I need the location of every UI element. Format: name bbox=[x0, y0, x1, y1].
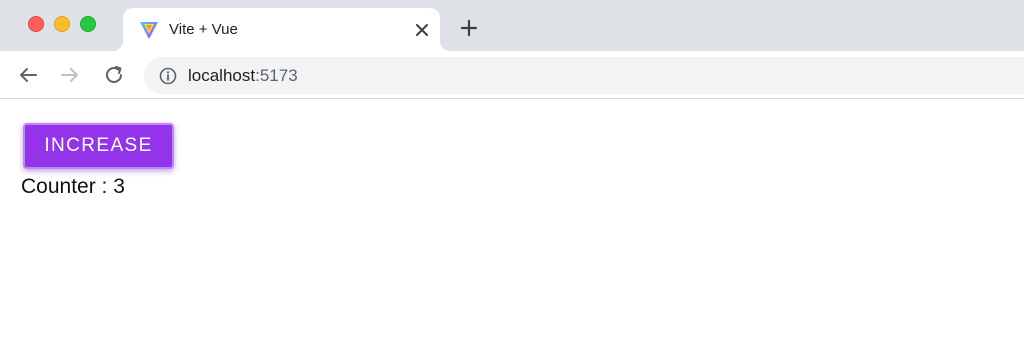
counter-value: 3 bbox=[113, 175, 125, 198]
tab-strip: Vite + Vue bbox=[0, 0, 1024, 51]
close-icon[interactable] bbox=[411, 19, 433, 41]
vite-logo-icon bbox=[140, 22, 158, 39]
browser-toolbar: localhost:5173 bbox=[0, 51, 1024, 99]
counter-text: Counter : 3 bbox=[21, 174, 125, 200]
tab-title: Vite + Vue bbox=[169, 21, 238, 38]
counter-label: Counter : bbox=[21, 175, 114, 198]
reload-icon[interactable] bbox=[102, 63, 126, 87]
window-maximize-button[interactable] bbox=[80, 16, 96, 32]
window-minimize-button[interactable] bbox=[54, 16, 70, 32]
url-port: :5173 bbox=[255, 66, 298, 85]
back-arrow-icon[interactable] bbox=[16, 63, 40, 87]
address-bar[interactable]: localhost:5173 bbox=[144, 57, 1024, 94]
window-close-button[interactable] bbox=[28, 16, 44, 32]
plus-icon[interactable] bbox=[458, 17, 480, 39]
tab-active[interactable]: Vite + Vue bbox=[123, 8, 440, 51]
url-text: localhost:5173 bbox=[188, 66, 298, 86]
forward-arrow-icon[interactable] bbox=[58, 63, 82, 87]
increase-button[interactable]: INCREASE bbox=[23, 123, 174, 169]
url-host: localhost bbox=[188, 66, 256, 85]
page-content: INCREASE Counter : 3 bbox=[0, 100, 1024, 350]
info-icon[interactable] bbox=[158, 66, 178, 86]
